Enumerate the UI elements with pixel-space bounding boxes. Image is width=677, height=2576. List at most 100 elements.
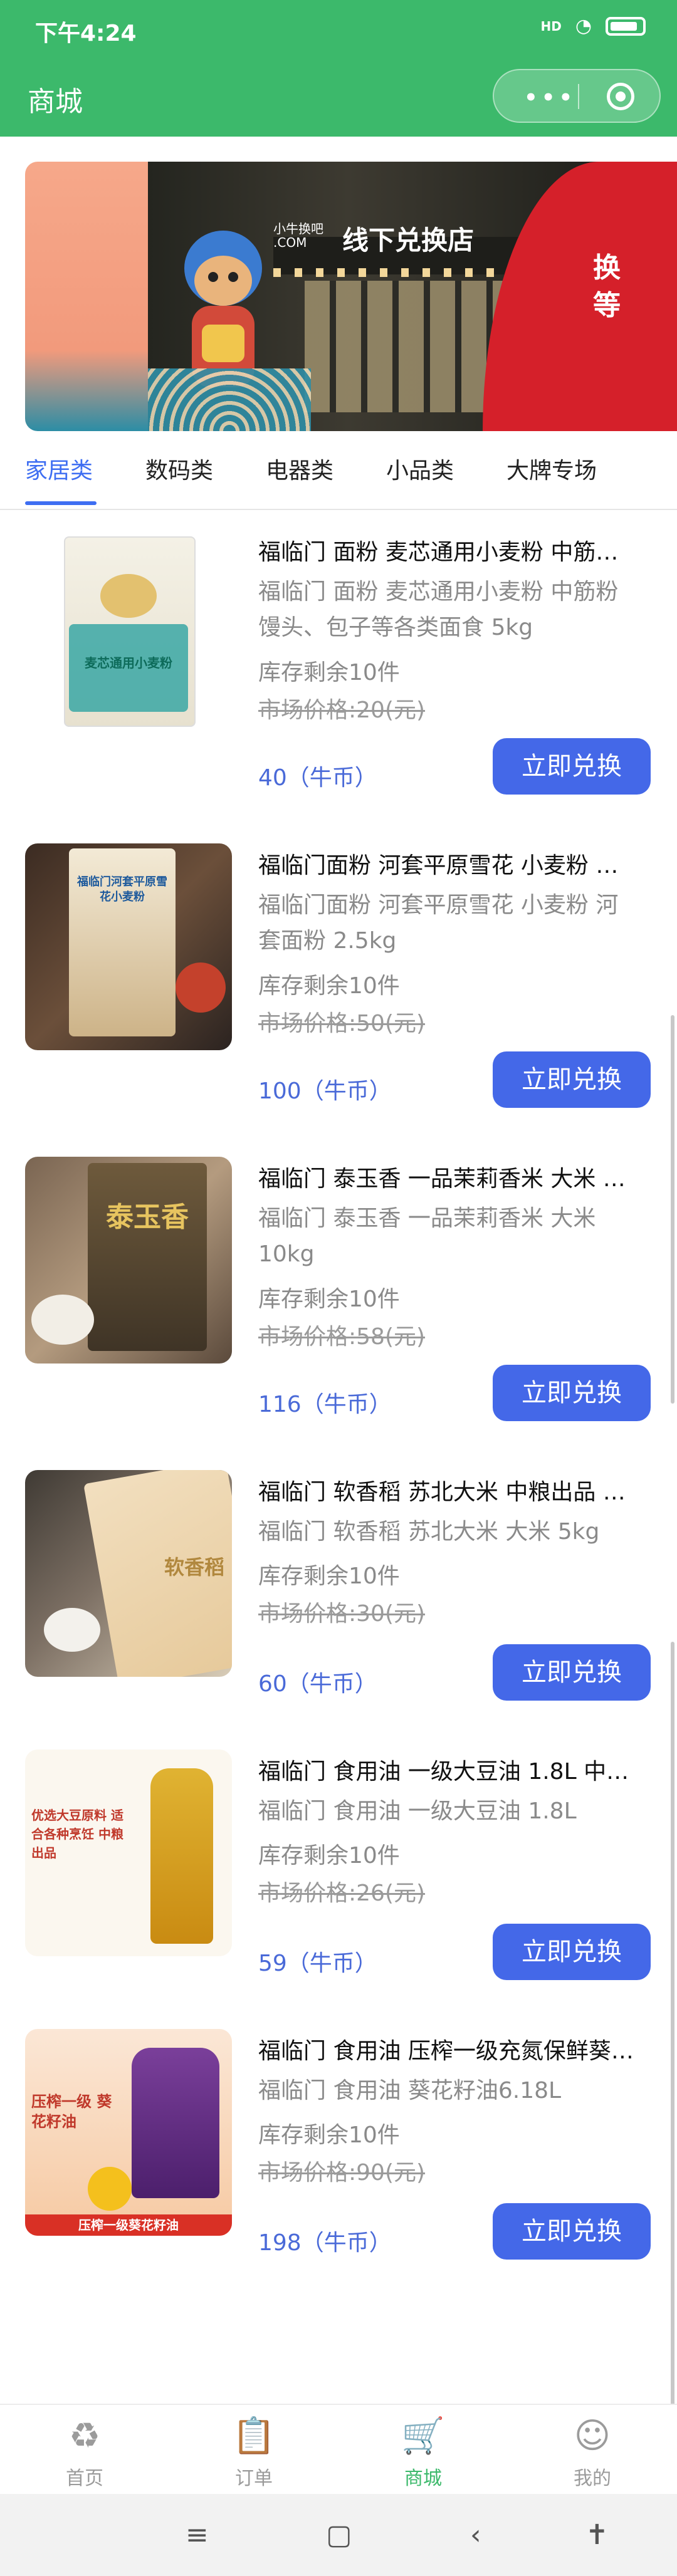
product-stock: 库存剩余10件	[258, 1843, 400, 1869]
banner-prev-slide[interactable]	[25, 162, 148, 431]
product-market-price: 市场价格:50(元)	[258, 1011, 426, 1036]
banner-next-text-2: 等	[593, 289, 621, 321]
back-icon[interactable]: ‹	[470, 2519, 481, 2551]
tab-home[interactable]: 家居类	[25, 451, 93, 508]
nav-orders[interactable]: 📋 订单	[169, 2416, 338, 2490]
category-tabs: 家居类 数码类 电器类 小品类 大牌专场	[0, 451, 677, 510]
product-price: 116（牛币）	[258, 1392, 392, 1417]
product-stock: 库存剩余10件	[258, 660, 400, 686]
tab-big-brand[interactable]: 大牌专场	[506, 451, 597, 508]
wave-decoration	[148, 368, 311, 431]
product-item[interactable]: 泰玉香 福临门 泰玉香 一品茉莉香米 大米 10kg 福临门 泰玉香 一品茉莉香…	[0, 1148, 677, 1427]
redeem-button[interactable]: 立即兑换	[493, 1924, 651, 1980]
accessibility-icon[interactable]: ✝	[585, 2519, 609, 2551]
product-item[interactable]: 软香稻 福临门 软香稻 苏北大米 中粮出品 大米 福临门 软香稻 苏北大米 大米…	[0, 1461, 677, 1741]
product-title: 福临门面粉 河套平原雪花 小麦粉 套面粉	[258, 853, 639, 879]
more-icon[interactable]: •••	[524, 85, 576, 110]
tab-digital[interactable]: 数码类	[145, 451, 213, 508]
status-time: 下午4:24	[35, 21, 137, 46]
product-stock: 库存剩余10件	[258, 1286, 400, 1312]
product-title: 福临门 食用油 一级大豆油 1.8L 中粮出品	[258, 1759, 639, 1785]
product-item[interactable]: 福临门河套平原雪花小麦粉 福临门面粉 河套平原雪花 小麦粉 套面粉 福临门面粉 …	[0, 835, 677, 1114]
close-target-icon[interactable]	[607, 83, 634, 110]
product-item[interactable]: 压榨一级 葵花籽油 压榨一级葵花籽油 福临门 食用油 压榨一级充氮保鲜葵花籽油 …	[0, 2020, 677, 2300]
product-market-price: 市场价格:58(元)	[258, 1324, 426, 1350]
store-sign: 线下兑换店	[342, 225, 475, 256]
redeem-button[interactable]: 立即兑换	[493, 2203, 651, 2260]
product-image[interactable]: 泰玉香	[25, 1157, 232, 1364]
product-price: 100（牛币）	[258, 1078, 392, 1104]
tab-appliance[interactable]: 电器类	[266, 451, 333, 508]
clipboard-icon: 📋	[232, 2416, 276, 2456]
nav-mall-label: 商城	[404, 2468, 442, 2490]
miniapp-capsule: •••	[493, 69, 661, 123]
pack-text: 压榨一级 葵花籽油	[31, 2093, 112, 2130]
redeem-button[interactable]: 立即兑换	[493, 1644, 651, 1701]
product-desc: 福临门 食用油 葵花籽油6.18L	[258, 2078, 562, 2104]
product-desc: 福临门 泰玉香 一品茉莉香米 大米 10kg	[258, 1206, 596, 1267]
product-item[interactable]: 麦芯通用小麦粉 福临门 面粉 麦芯通用小麦粉 中筋面粉 福临门 面粉 麦芯通用小…	[0, 521, 677, 801]
capsule-divider	[578, 84, 579, 109]
banner-carousel[interactable]: 小牛换吧 .COM 线下兑换店 换 等	[0, 162, 677, 431]
signal-icon: HD	[540, 18, 562, 34]
product-title: 福临门 食用油 压榨一级充氮保鲜葵花籽油	[258, 2038, 639, 2064]
nav-home-label: 首页	[66, 2468, 103, 2490]
status-icons: HD ◔	[540, 15, 646, 37]
bottom-nav: ♻ 首页 📋 订单 🛒 商城 ☺ 我的	[0, 2404, 677, 2495]
product-price: 60（牛币）	[258, 1671, 377, 1697]
page-title: 商城	[28, 86, 83, 118]
nav-orders-label: 订单	[235, 2468, 273, 2490]
product-stock: 库存剩余10件	[258, 973, 400, 999]
cart-icon: 🛒	[401, 2416, 445, 2456]
product-item[interactable]: 优选大豆原料 适合各种烹饪 中粮出品 福临门 食用油 一级大豆油 1.8L 中粮…	[0, 1741, 677, 2020]
product-desc: 福临门面粉 河套平原雪花 小麦粉 河套面粉 2.5kg	[258, 892, 619, 954]
product-market-price: 市场价格:26(元)	[258, 1880, 426, 1906]
product-stock: 库存剩余10件	[258, 2122, 400, 2148]
pack-text: 软香稻	[164, 1555, 224, 1579]
pack-text: 优选大豆原料 适合各种烹饪 中粮出品	[31, 1808, 123, 1860]
app-header: 下午4:24 HD ◔ 商城 •••	[0, 0, 677, 137]
pack-text: 泰玉香	[106, 1201, 189, 1233]
product-stock: 库存剩余10件	[258, 1563, 400, 1589]
nav-home[interactable]: ♻ 首页	[0, 2416, 169, 2490]
pack-text: 福临门河套平原雪花小麦粉	[77, 875, 167, 904]
tab-small-goods[interactable]: 小品类	[386, 451, 454, 508]
pack-text: 麦芯通用小麦粉	[85, 655, 172, 670]
product-price: 59（牛币）	[258, 1951, 377, 1976]
product-market-price: 市场价格:20(元)	[258, 697, 426, 723]
banner-next-text-1: 换	[593, 252, 621, 284]
product-image[interactable]: 麦芯通用小麦粉	[25, 530, 232, 737]
store-logo: 小牛换吧 .COM	[273, 221, 323, 250]
scrollbar[interactable]	[671, 1015, 674, 1404]
product-desc: 福临门 软香稻 苏北大米 大米 5kg	[258, 1519, 600, 1545]
product-price: 40（牛币）	[258, 765, 377, 791]
nav-me-label: 我的	[574, 2468, 611, 2490]
home-square-icon[interactable]: ▢	[326, 2519, 352, 2551]
recycle-icon: ♻	[68, 2416, 101, 2456]
user-icon: ☺	[574, 2416, 611, 2456]
wifi-icon: ◔	[575, 15, 592, 37]
nav-me[interactable]: ☺ 我的	[508, 2416, 677, 2490]
redeem-button[interactable]: 立即兑换	[493, 1051, 651, 1108]
product-title: 福临门 泰玉香 一品茉莉香米 大米 10kg	[258, 1166, 639, 1192]
product-price: 198（牛币）	[258, 2230, 392, 2256]
system-nav-bar: ≡ ▢ ‹ ✝	[0, 2494, 677, 2576]
menu-icon[interactable]: ≡	[186, 2519, 209, 2551]
product-image[interactable]: 优选大豆原料 适合各种烹饪 中粮出品	[25, 1749, 232, 1956]
active-tab-indicator	[25, 501, 97, 505]
scrollbar-lower[interactable]	[671, 1642, 674, 2431]
product-image[interactable]: 软香稻	[25, 1470, 232, 1677]
pack-banner-text: 压榨一级葵花籽油	[25, 2214, 232, 2236]
product-image[interactable]: 福临门河套平原雪花小麦粉	[25, 843, 232, 1050]
product-market-price: 市场价格:30(元)	[258, 1601, 426, 1627]
redeem-button[interactable]: 立即兑换	[493, 738, 651, 795]
product-title: 福临门 软香稻 苏北大米 中粮出品 大米	[258, 1479, 639, 1505]
product-title: 福临门 面粉 麦芯通用小麦粉 中筋面粉	[258, 540, 639, 565]
product-market-price: 市场价格:90(元)	[258, 2160, 426, 2186]
redeem-button[interactable]: 立即兑换	[493, 1365, 651, 1421]
product-image[interactable]: 压榨一级 葵花籽油 压榨一级葵花籽油	[25, 2029, 232, 2236]
product-desc: 福临门 面粉 麦芯通用小麦粉 中筋粉 馒头、包子等各类面食 5kg	[258, 579, 619, 640]
status-bar: 下午4:24 HD ◔	[0, 0, 677, 58]
nav-mall[interactable]: 🛒 商城	[338, 2416, 508, 2490]
product-desc: 福临门 食用油 一级大豆油 1.8L	[258, 1798, 577, 1824]
